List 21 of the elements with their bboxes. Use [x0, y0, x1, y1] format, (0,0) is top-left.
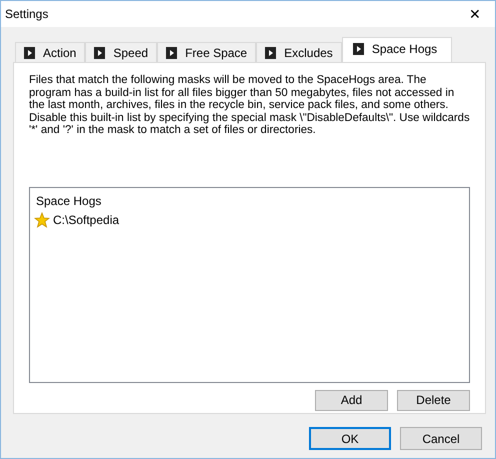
tab[interactable]: Speed: [85, 42, 158, 62]
tab[interactable]: Free Space: [157, 42, 256, 62]
play-icon: [265, 46, 276, 58]
cancel-button[interactable]: Cancel: [400, 427, 482, 450]
tab[interactable]: Action: [15, 42, 86, 62]
play-icon: [166, 46, 178, 58]
description-text: Files that match the following masks will be moved to the SpaceHogs area. The program has a build-in list for all files bigger than 50 megabytes, files not accessed in the last month, archives, files in the recycle bin, service pack files, and some others. Disable this built-in list by specifying the special mask \"DisableDefaults\". Use wildcards '*' and '?' in the mask to match a set of files or directories.: [29, 74, 470, 137]
close-button[interactable]: ✕: [465, 6, 485, 22]
tab[interactable]: Space Hogs: [342, 37, 452, 62]
ok-button[interactable]: OK: [309, 427, 391, 450]
list-header: Space Hogs: [36, 194, 102, 208]
list-item[interactable]: C:\Softpedia: [53, 212, 120, 227]
tab[interactable]: Excludes: [256, 42, 342, 62]
window-title: Settings: [5, 7, 48, 21]
add-button[interactable]: Add: [315, 390, 388, 411]
play-icon: [24, 46, 35, 58]
star-icon: [34, 212, 50, 228]
play-icon: [352, 43, 364, 55]
delete-button[interactable]: Delete: [397, 390, 470, 411]
play-icon: [94, 46, 106, 58]
list-box[interactable]: Space Hogs C:\Softpedia: [29, 186, 470, 383]
